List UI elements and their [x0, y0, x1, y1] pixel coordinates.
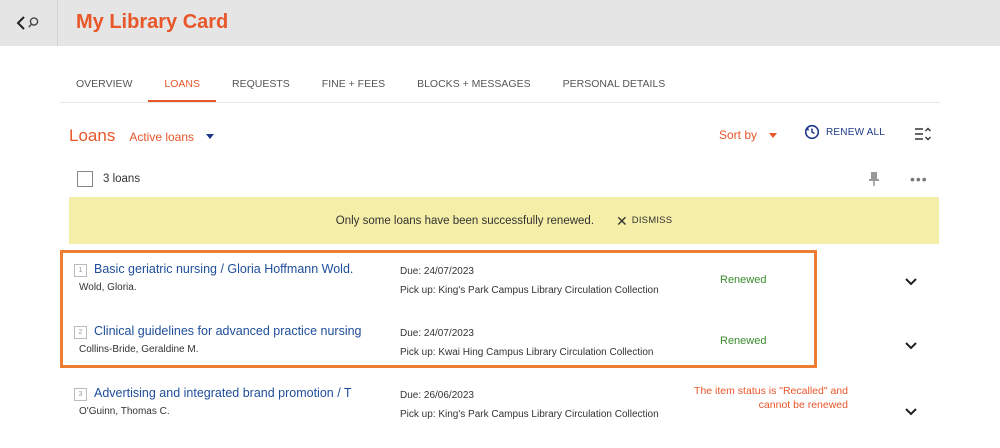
tabs-divider — [60, 102, 940, 103]
tab-bar: OVERVIEW LOANS REQUESTS FINE + FEES BLOC… — [60, 70, 681, 102]
tab-blocks-messages[interactable]: BLOCKS + MESSAGES — [401, 70, 547, 102]
loans-count: 3 loans — [103, 173, 141, 185]
top-bar: My Library Card — [0, 0, 1000, 46]
tab-personal-details[interactable]: PERSONAL DETAILS — [547, 70, 682, 102]
chevron-down-icon — [905, 278, 917, 286]
sort-list-icon — [915, 127, 931, 141]
more-icon[interactable]: ••• — [910, 172, 928, 186]
pin-button[interactable] — [868, 171, 880, 192]
item-pickup-location: Pick up: King's Park Campus Library Circ… — [400, 285, 659, 296]
item-number: 3 — [74, 388, 87, 401]
dismiss-label: DISMISS — [631, 215, 673, 226]
loan-item: 2 Clinical guidelines for advanced pract… — [74, 318, 934, 368]
loan-filter-dropdown[interactable]: Active loans — [129, 130, 215, 144]
sort-by-dropdown[interactable]: Sort by — [719, 128, 778, 142]
item-pickup-location: Pick up: Kwai Hing Campus Library Circul… — [400, 347, 654, 358]
item-due-date: Due: 24/07/2023 — [400, 328, 474, 339]
item-pickup-location: Pick up: King's Park Campus Library Circ… — [400, 409, 659, 420]
loan-filter-label: Active loans — [129, 130, 195, 144]
item-author: Wold, Gloria. — [79, 282, 137, 293]
item-status: Renewed — [720, 335, 767, 347]
loans-header: Loans Active loans — [69, 126, 215, 146]
caret-down-icon — [206, 134, 215, 139]
renew-all-button[interactable]: RENEW ALL — [804, 124, 885, 140]
pin-icon — [869, 172, 879, 186]
caret-down-icon — [769, 132, 778, 138]
dismiss-button[interactable]: ✕ DISMISS — [616, 214, 672, 228]
select-all-row: 3 loans — [77, 171, 140, 187]
select-all-checkbox[interactable] — [77, 171, 93, 187]
chevron-down-icon — [905, 408, 917, 416]
item-due-date: Due: 24/07/2023 — [400, 266, 474, 277]
close-icon: ✕ — [616, 212, 628, 229]
item-author: O'Guinn, Thomas C. — [79, 406, 170, 417]
item-number: 2 — [74, 326, 87, 339]
renew-icon — [804, 124, 820, 140]
sort-by-label: Sort by — [719, 128, 758, 142]
item-status: Renewed — [720, 274, 767, 286]
back-search-button[interactable] — [0, 0, 58, 46]
loans-heading: Loans — [69, 126, 116, 145]
renew-status-banner: Only some loans have been successfully r… — [69, 197, 939, 244]
item-title-link[interactable]: Advertising and integrated brand promoti… — [94, 386, 379, 400]
expand-button[interactable] — [904, 404, 918, 422]
expand-button[interactable] — [904, 274, 918, 292]
item-due-date: Due: 26/06/2023 — [400, 390, 474, 401]
sort-list-button[interactable] — [914, 126, 932, 147]
expand-button[interactable] — [904, 338, 918, 356]
tab-requests[interactable]: REQUESTS — [216, 70, 306, 102]
item-number: 1 — [74, 264, 87, 277]
banner-message: Only some loans have been successfully r… — [335, 214, 595, 227]
tab-fine-fees[interactable]: FINE + FEES — [306, 70, 401, 102]
item-title-link[interactable]: Basic geriatric nursing / Gloria Hoffman… — [94, 262, 379, 276]
loan-item: 1 Basic geriatric nursing / Gloria Hoffm… — [74, 256, 934, 306]
item-title-link[interactable]: Clinical guidelines for advanced practic… — [94, 324, 379, 338]
tab-loans[interactable]: LOANS — [148, 70, 217, 102]
loan-item: 3 Advertising and integrated brand promo… — [74, 380, 934, 430]
item-status: The item status is "Recalled" and cannot… — [694, 385, 848, 411]
renew-all-label: RENEW ALL — [826, 126, 886, 138]
chevron-down-icon — [905, 342, 917, 350]
tab-overview[interactable]: OVERVIEW — [60, 70, 148, 102]
item-author: Collins-Bride, Geraldine M. — [79, 344, 199, 355]
page-title: My Library Card — [76, 11, 229, 33]
back-search-icon — [16, 16, 38, 30]
